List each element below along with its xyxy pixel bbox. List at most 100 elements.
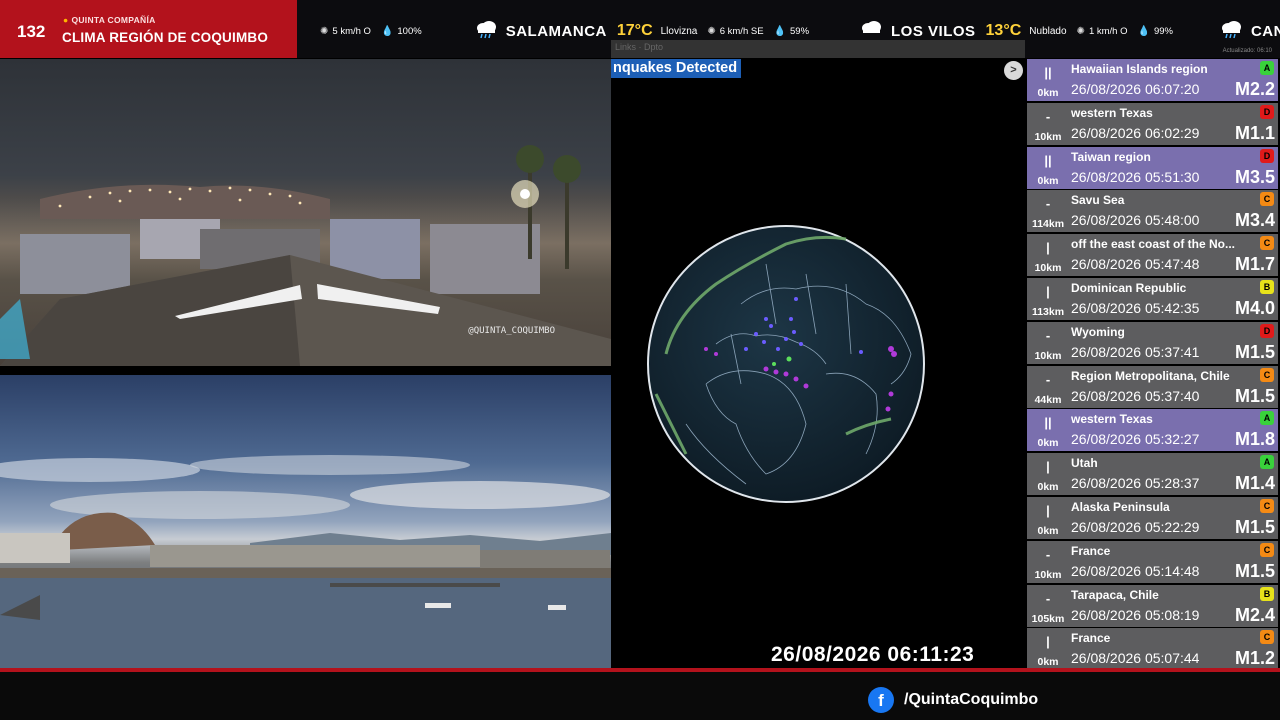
quake-status: - 10km (1027, 103, 1069, 145)
quake-row[interactable]: - 10km France 26/08/2026 05:14:48 M1.5 C (1027, 540, 1278, 583)
camera-watermark: @QUINTA_COQUIMBO (468, 326, 555, 336)
quake-row[interactable]: | 10km off the east coast of the No... 26/0… (1027, 234, 1278, 277)
quake-magnitude: M1.4 (1234, 473, 1275, 494)
quake-marker: | (1046, 634, 1050, 650)
org-label: ● QUINTA COMPAÑÍA (63, 15, 156, 25)
quake-marker: | (1046, 503, 1050, 518)
humidity-icon: 💧 (773, 25, 786, 37)
quake-row[interactable]: - 44km Region Metropolitana, Chile 26/08/20… (1027, 365, 1278, 408)
quake-time: 26/08/2026 05:51:30 (1071, 168, 1200, 185)
quake-depth: 105km (1031, 612, 1065, 625)
quake-status: | 10km (1027, 234, 1069, 276)
quake-magnitude: M1.5 (1234, 341, 1275, 362)
quake-badge: B (1260, 586, 1274, 601)
station-number: 132 (17, 22, 46, 41)
updated-label: Actualizado: 06:10 (1222, 48, 1272, 54)
quake-marker: - (1045, 196, 1051, 212)
quake-row[interactable]: || 0km Taiwan region 26/08/2026 05:51:30 M3.… (1027, 146, 1278, 189)
quake-depth: 10km (1034, 349, 1062, 362)
next-button[interactable]: > (1004, 61, 1023, 80)
wind-icon: ✺ (1076, 25, 1085, 37)
quake-magnitude: M1.8 (1234, 429, 1275, 450)
humidity-icon: 💧 (1137, 25, 1150, 37)
globe-map[interactable] (646, 224, 926, 504)
quake-depth: 10km (1034, 262, 1062, 275)
quake-magnitude: M1.7 (1234, 254, 1275, 275)
quake-status: || 0km (1027, 59, 1069, 101)
ticker-wind-value: 5 km/h O (332, 25, 371, 37)
quake-marker: - (1045, 327, 1051, 343)
quake-badge: A (1260, 455, 1274, 470)
quake-location: Dominican Republic (1071, 281, 1187, 295)
bottom-bar: f /QuintaCoquimbo (0, 672, 1280, 720)
quake-row[interactable]: - 10km Wyoming 26/08/2026 05:37:41 M1.5 D (1027, 321, 1278, 364)
map-links[interactable]: Links · Dpto (615, 42, 663, 52)
quake-row[interactable]: - 105km Tarapaca, Chile 26/08/2026 05:08:19… (1027, 584, 1278, 627)
quake-magnitude: M1.5 (1234, 560, 1275, 581)
quake-status: | 0km (1027, 453, 1069, 495)
quake-row[interactable]: | 0km Alaska Peninsula 26/08/2026 05:22:29 M… (1027, 497, 1278, 539)
quake-depth: 114km (1031, 218, 1065, 231)
quake-depth: 0km (1037, 437, 1059, 450)
quake-depth: 0km (1037, 525, 1059, 537)
quake-magnitude: M2.2 (1234, 79, 1275, 99)
facebook-icon: f (868, 687, 894, 713)
quake-row[interactable]: || 0km Hawaiian Islands region 26/08/2026 0… (1027, 59, 1278, 101)
quake-time: 26/08/2026 05:48:00 (1071, 212, 1200, 229)
brand-block: 132 ● QUINTA COMPAÑÍA CLIMA REGIÓN DE COQ… (0, 0, 297, 58)
quake-magnitude: M1.2 (1234, 648, 1275, 669)
humidity-icon: 💧 (380, 25, 394, 37)
quake-location: Wyoming (1071, 324, 1125, 339)
facebook-handle: /QuintaCoquimbo (904, 691, 1039, 708)
ticker-temp: 13°C (985, 22, 1022, 39)
ticker-wind: ✺ 5 km/h O (320, 26, 371, 37)
quake-row[interactable]: | 113km Dominican Republic 26/08/2026 05:42… (1027, 278, 1278, 320)
quake-status: - 10km (1027, 541, 1069, 583)
quake-marker: - (1045, 590, 1051, 606)
quake-row[interactable]: | 0km Utah 26/08/2026 05:28:37 M1.4 A (1027, 453, 1278, 496)
quake-location: Utah (1071, 456, 1098, 471)
quake-row[interactable]: || 0km western Texas 26/08/2026 05:32:27 M1.… (1027, 409, 1278, 452)
quake-location: France (1071, 631, 1111, 646)
quake-marker: | (1046, 284, 1050, 299)
quake-depth: 0km (1037, 87, 1059, 99)
quake-magnitude: M1.1 (1234, 122, 1275, 143)
quake-marker: || (1044, 65, 1052, 80)
quake-badge: B (1260, 280, 1274, 294)
quakes-detected-banner: nquakes Detected (611, 59, 742, 78)
quake-location: western Texas (1071, 412, 1153, 427)
quake-badge: C (1260, 367, 1274, 382)
quake-row[interactable]: - 10km western Texas 26/08/2026 06:02:29 M1.… (1027, 102, 1278, 145)
camera-feed-bay (0, 375, 611, 668)
quake-row[interactable]: - 114km Savu Sea 26/08/2026 05:48:00 M3.4 C (1027, 190, 1278, 233)
facebook-link[interactable]: f /QuintaCoquimbo (868, 687, 1038, 713)
ticker-humidity-value: 100% (397, 25, 422, 37)
quake-marker: || (1044, 152, 1052, 168)
quake-status: || 0km (1027, 409, 1069, 451)
ticker-city: CAN (1250, 22, 1280, 40)
quake-marker: - (1045, 371, 1051, 387)
quake-magnitude: M1.5 (1234, 385, 1275, 406)
quake-badge: D (1260, 148, 1274, 163)
quake-depth: 0km (1037, 656, 1059, 669)
ticker-wind-value: 1 km/h O (1088, 25, 1128, 37)
ticker-item: CAN (1219, 19, 1280, 44)
rain-cloud-icon (474, 19, 506, 44)
quake-time: 26/08/2026 05:37:41 (1071, 343, 1200, 360)
quake-status: || 0km (1027, 147, 1069, 189)
ticker-wind: ✺ 6 km/h SE (707, 26, 763, 37)
map-clock: 26/08/2026 06:11:23 (771, 643, 975, 666)
quake-badge: C (1260, 499, 1274, 513)
ticker-temp: 17°C (616, 22, 653, 39)
quake-time: 26/08/2026 05:28:37 (1071, 475, 1200, 492)
quake-depth: 10km (1034, 130, 1062, 143)
quake-badge: A (1260, 61, 1274, 75)
ticker-wind: ✺ 1 km/h O (1077, 26, 1128, 37)
quake-location: Taiwan region (1071, 149, 1151, 164)
quake-time: 26/08/2026 05:47:48 (1071, 256, 1200, 273)
quake-time: 26/08/2026 05:42:35 (1071, 300, 1200, 316)
quake-depth: 10km (1034, 568, 1062, 581)
quake-badge: C (1260, 542, 1274, 557)
quake-row[interactable]: | 0km France 26/08/2026 05:07:44 M1.2 C (1027, 628, 1278, 671)
quake-status: - 10km (1027, 322, 1069, 364)
